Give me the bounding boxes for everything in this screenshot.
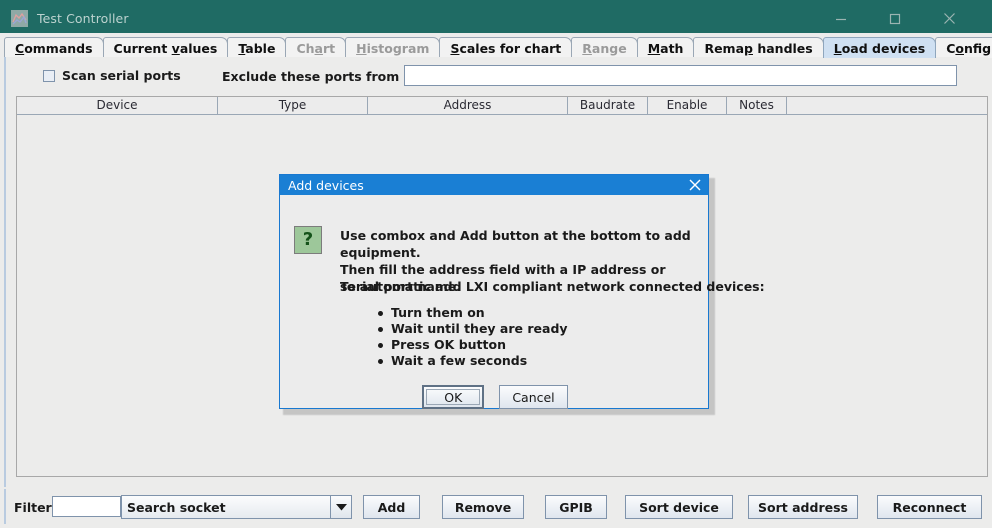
dialog-subheading: To automatic add LXI compliant network c… [340, 279, 765, 294]
ok-button[interactable]: OK [422, 385, 485, 409]
dialog-close-icon[interactable] [682, 175, 708, 195]
chevron-down-icon[interactable] [330, 496, 351, 518]
tab-mnemonic: p [744, 41, 753, 56]
filter-input[interactable] [52, 496, 121, 517]
tab-mnemonic: v [171, 41, 180, 56]
dialog-titlebar: Add devices [280, 175, 708, 195]
column-header-notes[interactable]: Notes [727, 97, 787, 114]
checkbox-box[interactable] [43, 69, 55, 82]
tab-configuration[interactable]: Configuration [935, 37, 992, 58]
reconnect-button[interactable]: Reconnect [877, 495, 982, 519]
question-mark-icon: ? [294, 226, 322, 254]
ok-button-label: OK [444, 389, 463, 405]
device-type-combobox[interactable]: Search socket [121, 495, 352, 519]
scan-serial-ports-label: Scan serial ports [62, 68, 181, 83]
tab-table[interactable]: Table [227, 37, 287, 58]
maximize-icon[interactable] [872, 0, 918, 37]
application-window: Test Controller Commands Current values Ta… [0, 0, 992, 528]
tab-mnemonic: T [238, 41, 246, 56]
column-header-baudrate[interactable]: Baudrate [568, 97, 648, 114]
filter-label: Filter: [14, 500, 57, 515]
column-header-filler [787, 97, 987, 114]
tab-range: Range [571, 37, 638, 58]
tab-current-values[interactable]: Current values [102, 37, 229, 58]
tab-mnemonic: o [955, 41, 964, 56]
remove-button[interactable]: Remove [442, 495, 524, 519]
bottom-toolbar: Filter: Search socket Add Remove GPIB So… [4, 489, 988, 524]
tab-bar: Commands Current values Table Chart Histogra… [0, 33, 992, 58]
tab-mnemonic: L [833, 41, 842, 56]
dialog-steps-list: Turn them on Wait until they are ready Pre… [378, 305, 568, 369]
tab-math[interactable]: Math [636, 37, 695, 58]
tab-mnemonic: R [582, 41, 592, 56]
window-titlebar: Test Controller [0, 0, 992, 37]
add-button[interactable]: Add [363, 495, 420, 519]
tab-scales-for-chart[interactable]: Scales for chart [439, 37, 573, 58]
dialog-step-item: Press OK button [378, 337, 568, 353]
device-type-combobox-value: Search socket [127, 499, 226, 515]
window-title: Test Controller [37, 11, 129, 26]
gpib-button[interactable]: GPIB [545, 495, 607, 519]
app-chart-icon [11, 10, 28, 27]
dialog-step-item: Turn them on [378, 305, 568, 321]
cancel-button[interactable]: Cancel [499, 385, 568, 409]
tab-chart: Chart [285, 37, 347, 58]
exclude-ports-input[interactable] [404, 65, 957, 86]
dialog-step-item: Wait a few seconds [378, 353, 568, 369]
dialog-intro-line-1: Use combox and Add button at the bottom … [340, 228, 691, 260]
device-table-header: Device Type Address Baudrate Enable Notes [17, 97, 987, 115]
tab-mnemonic: H [356, 41, 367, 56]
dialog-step-item: Wait until they are ready [378, 321, 568, 337]
tab-mnemonic: S [450, 41, 460, 56]
dialog-button-row: OK Cancel [280, 385, 710, 409]
cancel-button-label: Cancel [512, 389, 555, 405]
column-header-device[interactable]: Device [17, 97, 218, 114]
sort-address-button[interactable]: Sort address [748, 495, 858, 519]
sort-device-button[interactable]: Sort device [625, 495, 733, 519]
tab-mnemonic: a [314, 41, 323, 56]
tab-load-devices[interactable]: Load devices [822, 37, 937, 58]
tab-histogram: Histogram [345, 37, 441, 58]
close-icon[interactable] [926, 0, 972, 37]
minimize-icon[interactable] [818, 0, 864, 37]
dialog-body: ? Use combox and Add button at the botto… [280, 195, 765, 409]
dialog-title: Add devices [288, 177, 364, 193]
scan-serial-ports-checkbox[interactable]: Scan serial ports [43, 68, 181, 83]
column-header-address[interactable]: Address [368, 97, 568, 114]
column-header-enable[interactable]: Enable [648, 97, 727, 114]
tab-mnemonic: M [647, 41, 661, 56]
tab-mnemonic: C [15, 41, 25, 56]
tab-remap-handles[interactable]: Remap handles [693, 37, 824, 58]
scan-options-row: Scan serial ports Exclude these ports fr… [6, 65, 990, 91]
add-devices-dialog: Add devices ? Use combox and Add button … [279, 174, 765, 409]
column-header-type[interactable]: Type [218, 97, 368, 114]
tab-commands[interactable]: Commands [4, 37, 104, 58]
